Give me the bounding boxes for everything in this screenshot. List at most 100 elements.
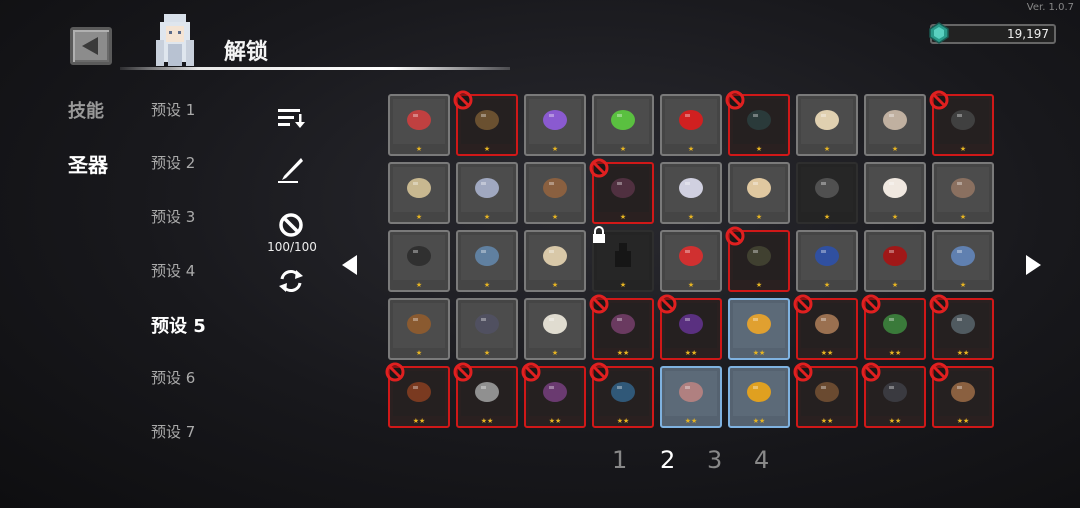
previous-page-arrow-icon[interactable] [342,255,357,275]
green-slime-relic-icon [611,110,635,131]
relic-slot[interactable]: ★ [864,162,926,224]
back-button[interactable] [70,27,112,65]
relic-slot[interactable]: ★★ [861,294,926,360]
bone-relic-icon [543,314,567,335]
crossbow-relic-icon [407,110,431,131]
relic-slot[interactable]: ★ [524,162,586,224]
relic-slot[interactable]: ★★ [793,294,858,360]
pendant-relic-icon [679,382,703,403]
relic-slot[interactable]: ★ [796,230,858,292]
preset-1[interactable]: 预设 1 [151,99,195,120]
relic-slot[interactable]: ★ [388,162,450,224]
open-book-relic-icon [543,178,567,199]
relic-rarity-stars: ★★ [616,417,630,425]
relic-rarity-stars: ★ [823,213,831,221]
relic-slot[interactable]: ★ [660,162,722,224]
category-relics[interactable]: 圣器 [68,149,108,178]
quill-icon[interactable] [276,156,306,184]
relic-slot[interactable]: ★ [453,90,518,156]
banned-icon [385,362,405,382]
purple-cloak-relic-icon [679,314,703,335]
relic-slot[interactable]: ★ [932,230,994,292]
dark-gem-relic-icon [747,110,771,131]
relic-rarity-stars: ★ [959,145,967,153]
relic-slot[interactable]: ★★ [453,362,518,428]
relic-slot[interactable]: ★★ [657,294,722,360]
relic-slot[interactable]: ★ [524,230,586,292]
relic-slot[interactable]: ★ [932,162,994,224]
iron-mask-relic-icon [951,314,975,335]
relic-slot[interactable]: ★ [524,94,586,156]
dagger-relic-icon [815,382,839,403]
relic-rarity-stars: ★ [687,281,695,289]
relic-slot[interactable]: ★ [524,298,586,360]
relic-slot[interactable]: ★★ [861,362,926,428]
relic-slot[interactable]: ★★ [589,362,654,428]
preset-2[interactable]: 预设 2 [151,152,195,173]
magnet-relic-icon [679,246,703,267]
ban-icon[interactable] [278,212,304,238]
bandage-relic-icon [747,178,771,199]
relic-slot[interactable]: ★ [388,298,450,360]
relic-slot[interactable]: ★ [660,94,722,156]
relic-slot[interactable]: ★ [388,94,450,156]
relic-slot[interactable]: ★ [725,90,790,156]
relic-slot[interactable]: ★ [929,90,994,156]
relic-rarity-stars: ★★ [480,417,494,425]
preset-4[interactable]: 预设 4 [151,260,195,281]
relic-slot[interactable]: ★ [660,230,722,292]
relic-rarity-stars: ★ [755,213,763,221]
green-tome-relic-icon [883,314,907,335]
relic-slot[interactable]: ★ [864,230,926,292]
relic-slot[interactable]: ★★ [385,362,450,428]
relic-slot[interactable]: ★ [864,94,926,156]
crystal-shard-relic-icon [475,178,499,199]
relic-slot[interactable]: ★ [456,298,518,360]
next-page-arrow-icon[interactable] [1026,255,1041,275]
sort-icon[interactable] [276,106,306,130]
relic-rarity-stars: ★ [823,281,831,289]
preset-6[interactable]: 预设 6 [151,367,195,388]
relic-rarity-stars: ★ [755,281,763,289]
relic-rarity-stars: ★ [687,213,695,221]
relic-rarity-stars: ★★ [888,417,902,425]
relic-slot[interactable]: ★★ [728,366,790,428]
relic-slot[interactable]: ★★ [728,298,790,360]
refresh-icon[interactable] [276,266,306,296]
shield-relic-icon [815,246,839,267]
gem-icon [929,22,949,44]
relic-slot[interactable]: ★★ [793,362,858,428]
relic-slot[interactable]: ★★ [589,294,654,360]
preset-3[interactable]: 预设 3 [151,206,195,227]
relic-rarity-stars: ★★ [548,417,562,425]
relic-rarity-stars: ★ [687,145,695,153]
relic-slot[interactable]: ★ [796,162,858,224]
relic-slot[interactable]: ★★ [929,294,994,360]
preset-7[interactable]: 预设 7 [151,421,195,442]
page-3[interactable]: 3 [707,446,722,474]
claw-relic-icon [679,178,703,199]
page-1[interactable]: 1 [612,446,627,474]
relic-slot[interactable]: ★★ [660,366,722,428]
relic-slot[interactable]: ★ [592,226,654,292]
crystal-cluster-relic-icon [611,314,635,335]
relic-slot[interactable]: ★ [456,230,518,292]
relic-slot[interactable]: ★ [456,162,518,224]
gauntlet-relic-icon [951,178,975,199]
relic-slot[interactable]: ★ [796,94,858,156]
page-4[interactable]: 4 [754,446,769,474]
page-2[interactable]: 2 [660,446,675,474]
relic-slot[interactable]: ★★ [929,362,994,428]
relic-slot[interactable]: ★ [592,94,654,156]
relic-slot[interactable]: ★★ [521,362,586,428]
relic-rarity-stars: ★ [415,281,423,289]
relic-slot[interactable]: ★ [388,230,450,292]
relic-slot[interactable]: ★ [728,162,790,224]
relic-slot[interactable]: ★ [725,226,790,292]
preset-5[interactable]: 预设 5 [151,312,206,338]
ring-relic-icon [475,246,499,267]
relic-slot[interactable]: ★ [589,158,654,224]
category-skills[interactable]: 技能 [68,97,104,123]
relic-rarity-stars: ★★ [820,417,834,425]
page-title: 解锁 [224,40,269,65]
